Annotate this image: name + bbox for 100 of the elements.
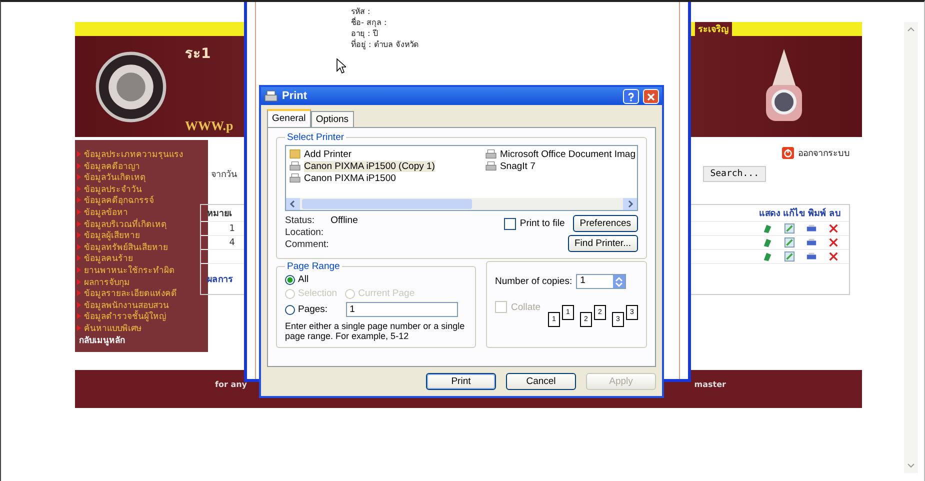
- folder-icon: [289, 149, 301, 159]
- bullet-icon: [77, 197, 81, 204]
- table-cell-text: 4: [228, 238, 235, 248]
- scroll-right-icon[interactable]: [623, 198, 637, 210]
- sidebar-link[interactable]: ผลการจับกุม: [77, 278, 208, 290]
- scroll-left-icon[interactable]: [286, 198, 300, 210]
- delete-icon[interactable]: [828, 237, 839, 248]
- edit-icon[interactable]: [784, 251, 795, 262]
- logout-link[interactable]: ออกจากระบบ: [798, 146, 850, 160]
- form-field-label: อายุ : ปี: [351, 28, 378, 39]
- sidebar-link[interactable]: ข้อมูลบริเวณที่เกิดเหตุ: [77, 220, 208, 232]
- bullet-icon: [77, 244, 81, 250]
- sidebar-link[interactable]: ข้อมูลตำรวจชั้นผู้ใหญ่: [77, 312, 208, 324]
- sidebar-link[interactable]: ข้อมูลคนร้าย: [77, 254, 208, 266]
- bullet-icon: [77, 174, 81, 180]
- edit-icon[interactable]: [784, 237, 795, 248]
- print-icon[interactable]: [806, 223, 817, 234]
- sidebar-link[interactable]: ข้อมูลข้อหา: [77, 208, 208, 220]
- bullet-icon: [77, 313, 81, 320]
- dialog-title: Print: [282, 90, 308, 102]
- help-icon[interactable]: [623, 88, 639, 104]
- sidebar-link[interactable]: ข้อมูลประจำวัน: [77, 184, 208, 196]
- printer-list[interactable]: Add Printer Canon PIXMA iP1500 (Copy 1) Canon PIXMA iP1500 Microsoft Office Document Imag SnagIt 7: [285, 145, 638, 211]
- printer-item[interactable]: Microsoft Office Document Imag: [484, 148, 636, 160]
- group-label: Select Printer: [286, 132, 346, 143]
- status-value: Offline: [330, 215, 358, 226]
- printer-item[interactable]: Canon PIXMA iP1500: [289, 172, 435, 184]
- preferences-button[interactable]: Preferences: [572, 215, 638, 232]
- dialog-button[interactable]: Print: [426, 373, 496, 390]
- print-icon[interactable]: [806, 237, 817, 248]
- search-button[interactable]: Search...: [703, 166, 766, 182]
- radio-option[interactable]: Pages:: [285, 304, 328, 315]
- date-label: จากวัน: [211, 169, 237, 181]
- edit-icon[interactable]: [784, 223, 795, 234]
- dialog-tab[interactable]: Options: [310, 111, 354, 127]
- bullet-icon: [77, 220, 81, 227]
- banner-text: ระเจริญ: [695, 22, 732, 36]
- bullet-icon: [77, 162, 81, 169]
- pages-input[interactable]: 1: [346, 302, 458, 317]
- delete-icon[interactable]: [828, 251, 839, 262]
- status-label: Status:: [285, 215, 315, 226]
- dialog-tab[interactable]: General: [267, 109, 311, 127]
- website-logo-text: WWW.p: [185, 118, 234, 134]
- hint-text: Enter either a single page number or a single page range. For example, 5-12: [285, 321, 466, 341]
- bullet-icon: [77, 266, 81, 273]
- bullet-icon: [77, 208, 81, 215]
- sidebar-link[interactable]: ข้อมูลประเภทความรุนแรง: [77, 150, 208, 162]
- footer-text: for any: [215, 380, 248, 389]
- printer-icon: [484, 161, 497, 171]
- form-field-label: ชื่อ- สกุล :: [351, 17, 387, 28]
- comment-label: Comment:: [285, 239, 330, 250]
- bullet-icon: [77, 232, 81, 238]
- column-header: พิมพ์: [808, 206, 826, 220]
- view-icon[interactable]: [762, 251, 773, 262]
- scroll-up-icon[interactable]: [907, 26, 915, 32]
- banner-text: ระ1: [185, 45, 212, 64]
- scroll-down-icon[interactable]: [907, 463, 915, 469]
- printer-icon: [289, 173, 301, 183]
- sidebar-link[interactable]: กลับเมนูหลัก: [77, 336, 208, 348]
- horizontal-scrollbar[interactable]: [286, 198, 637, 210]
- copies-label: Number of copies:: [495, 276, 572, 287]
- printer-icon: [484, 149, 497, 159]
- sidebar-link[interactable]: ค้นหาแบบพิเศษ: [77, 324, 208, 336]
- bullet-icon: [77, 278, 81, 285]
- delete-icon[interactable]: [828, 223, 839, 234]
- form-field-label: ที่อยู่ : ตำบล จังหวัด: [351, 39, 418, 50]
- printer-item[interactable]: Add Printer: [289, 148, 435, 160]
- column-header: แสดง: [759, 208, 780, 220]
- sidebar-link[interactable]: ข้อมูลทรัพย์สินเสียหาย: [77, 242, 208, 254]
- close-icon[interactable]: [643, 88, 659, 104]
- copies-spinner[interactable]: 1: [576, 274, 626, 289]
- dialog-button[interactable]: Cancel: [506, 373, 576, 390]
- sidebar-link[interactable]: ข้อมูลคดีอุกฉกรรจ์: [77, 196, 208, 208]
- bullet-icon: [77, 186, 81, 192]
- column-header: ลบ: [829, 208, 841, 220]
- view-icon[interactable]: [762, 223, 773, 234]
- print-to-file-checkbox[interactable]: Print to file: [504, 218, 565, 230]
- location-label: Location:: [285, 227, 325, 238]
- sidebar-link[interactable]: ข้อมูลวันเกิดเหตุ: [77, 173, 208, 185]
- bullet-icon: [77, 290, 81, 296]
- group-label: Page Range: [286, 261, 341, 272]
- printer-icon: [264, 90, 278, 102]
- sidebar-link[interactable]: ข้อมูลผู้เสียหาย: [77, 231, 208, 243]
- find-printer-button[interactable]: Find Printer...: [568, 235, 638, 252]
- print-icon[interactable]: [806, 251, 817, 262]
- power-icon[interactable]: [782, 147, 794, 159]
- sidebar-link[interactable]: ข้อมูลรายละเอียดแห่งคดี: [77, 289, 208, 301]
- footer-text: master: [694, 380, 726, 389]
- bullet-icon: [77, 255, 81, 262]
- table-cell-text: 1: [228, 224, 235, 234]
- view-icon[interactable]: [762, 237, 773, 248]
- scrollbar[interactable]: [904, 22, 918, 473]
- mouse-cursor-icon: [336, 58, 346, 74]
- printer-item[interactable]: SnagIt 7: [484, 160, 636, 172]
- bullet-icon: [77, 302, 81, 308]
- radio-option[interactable]: All: [285, 274, 467, 285]
- sidebar-link[interactable]: ยานพาหนะใช้กระทำผิด: [77, 266, 208, 278]
- column-header: แก้ไข: [783, 206, 805, 220]
- sidebar-link[interactable]: ข้อมูลคดีอาญา: [77, 162, 208, 174]
- form-field-label: รหัส :: [351, 6, 370, 17]
